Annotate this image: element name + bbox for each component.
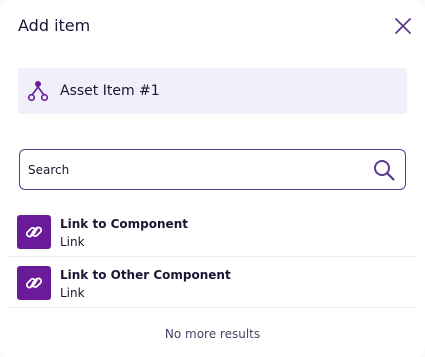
dialog-header: Add item — [18, 14, 413, 38]
no-more-results: No more results — [164, 327, 261, 341]
search-icon[interactable] — [373, 159, 395, 181]
search-input[interactable] — [28, 150, 358, 189]
selected-asset: Asset Item #1 — [18, 68, 407, 114]
close-icon — [395, 18, 411, 34]
link-icon — [25, 277, 43, 289]
result-title: Link to Other Component — [60, 268, 231, 282]
close-button[interactable] — [393, 16, 413, 36]
result-type: Link — [60, 286, 85, 300]
asset-tree-icon — [27, 81, 49, 102]
link-badge — [17, 215, 51, 249]
result-item[interactable]: Link to Other Component Link — [8, 257, 416, 308]
result-title: Link to Component — [60, 217, 188, 231]
results-list: Link to Component Link Link to Other Com… — [0, 206, 425, 308]
link-icon — [25, 226, 43, 238]
search-box — [19, 149, 406, 190]
dialog-title: Add item — [18, 16, 91, 35]
add-item-dialog: Add item Asset Item #1 Search Link to Co… — [0, 0, 425, 357]
link-badge — [17, 266, 51, 300]
asset-label: Asset Item #1 — [60, 83, 160, 99]
result-type: Link — [60, 235, 85, 249]
result-item[interactable]: Link to Component Link — [8, 206, 416, 257]
